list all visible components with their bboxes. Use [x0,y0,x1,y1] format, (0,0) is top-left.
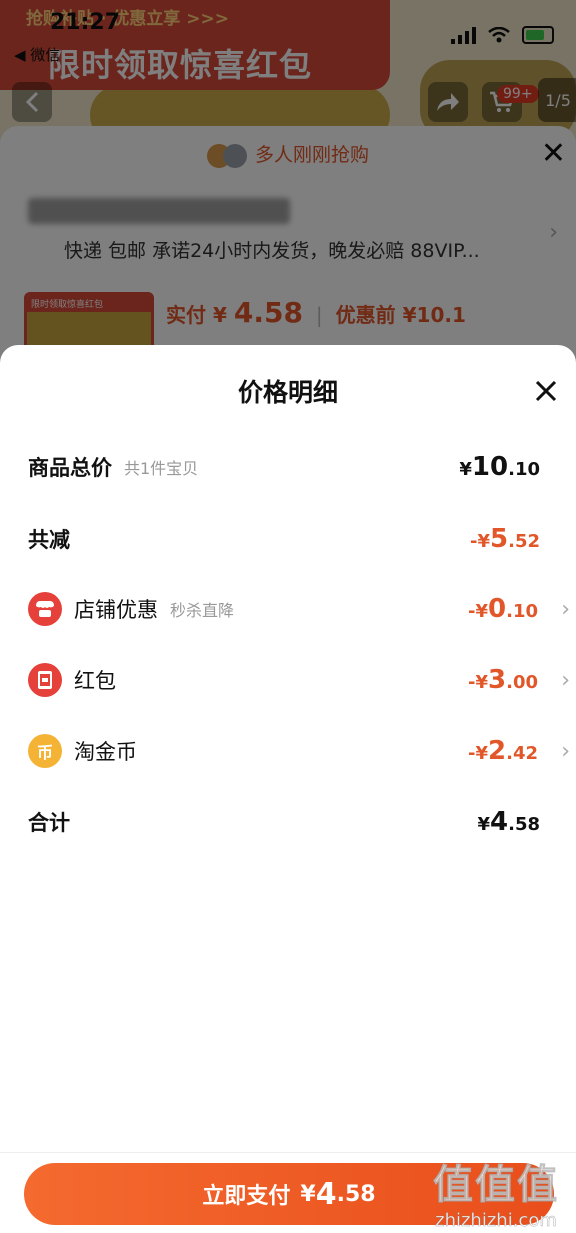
row-amount: ¥4.58 [477,807,540,837]
amount-int: 5 [490,524,509,554]
watermark-url: zhizhizhi.com [435,1210,557,1232]
amount-dec: .10 [508,459,540,480]
row-store-discount[interactable]: 店铺优惠 秒杀直降 -¥0.10 › [28,589,570,629]
row-amount: ¥10.10 [459,452,540,482]
row-sub: 共1件宝贝 [124,459,199,478]
pay-int: 4 [315,1176,337,1212]
row-amount: -¥5.52 [470,524,540,554]
row-gold-coin[interactable]: 币 淘金币 -¥2.42 › [28,731,570,771]
chevron-right-icon: › [561,596,570,622]
amount-prefix: -¥ [470,531,491,552]
row-amount: -¥2.42 [468,736,538,766]
amount-dec: .00 [506,672,538,693]
row-label: 红包 [74,669,116,693]
amount-int: 10 [471,452,509,482]
panel-title: 价格明细 [237,378,338,407]
amount-prefix: -¥ [468,672,489,693]
row-label: 店铺优惠 [74,598,158,622]
amount-prefix: ¥ [459,459,472,480]
row-red-packet[interactable]: 红包 -¥3.00 › [28,660,570,700]
amount-dec: .52 [508,531,540,552]
amount-dec: .58 [508,814,540,835]
amount-int: 4 [490,807,509,837]
row-total-price: 商品总价 共1件宝贝 ¥10.10 [28,447,548,487]
amount-int: 2 [488,736,507,766]
pay-prefix: ¥ [300,1181,316,1207]
chevron-right-icon: › [561,738,570,764]
row-label: 共减 [28,528,70,552]
amount-prefix: ¥ [477,814,491,835]
store-icon [28,592,62,626]
price-detail-panel: 价格明细 商品总价 共1件宝贝 ¥10.10 共减 -¥5.52 店铺优惠 秒杀… [0,345,576,1233]
amount-prefix: -¥ [468,601,489,622]
close-icon [535,380,557,402]
pay-dec: .58 [336,1181,376,1207]
row-label: 淘金币 [74,740,137,764]
amount-dec: .42 [506,743,538,764]
row-sub: 秒杀直降 [170,601,235,620]
row-label: 商品总价 [28,456,112,480]
amount-int: 3 [488,665,507,695]
amount-dec: .10 [506,601,538,622]
row-amount: -¥0.10 [468,594,538,624]
pay-label: 立即支付 [202,1184,291,1209]
amount-int: 0 [488,594,507,624]
chevron-right-icon: › [561,667,570,693]
watermark-logo: 值值值 [433,1162,559,1209]
row-amount: -¥3.00 [468,665,538,695]
row-label: 合计 [28,811,70,835]
amount-prefix: -¥ [468,743,489,764]
red-packet-icon [28,663,62,697]
watermark: 值值值 zhizhizhi.com [422,1152,570,1232]
close-button[interactable] [524,363,568,419]
row-total-discount: 共减 -¥5.52 [28,519,548,559]
gold-coin-icon: 币 [28,734,62,768]
row-grand-total: 合计 ¥4.58 [28,802,548,842]
